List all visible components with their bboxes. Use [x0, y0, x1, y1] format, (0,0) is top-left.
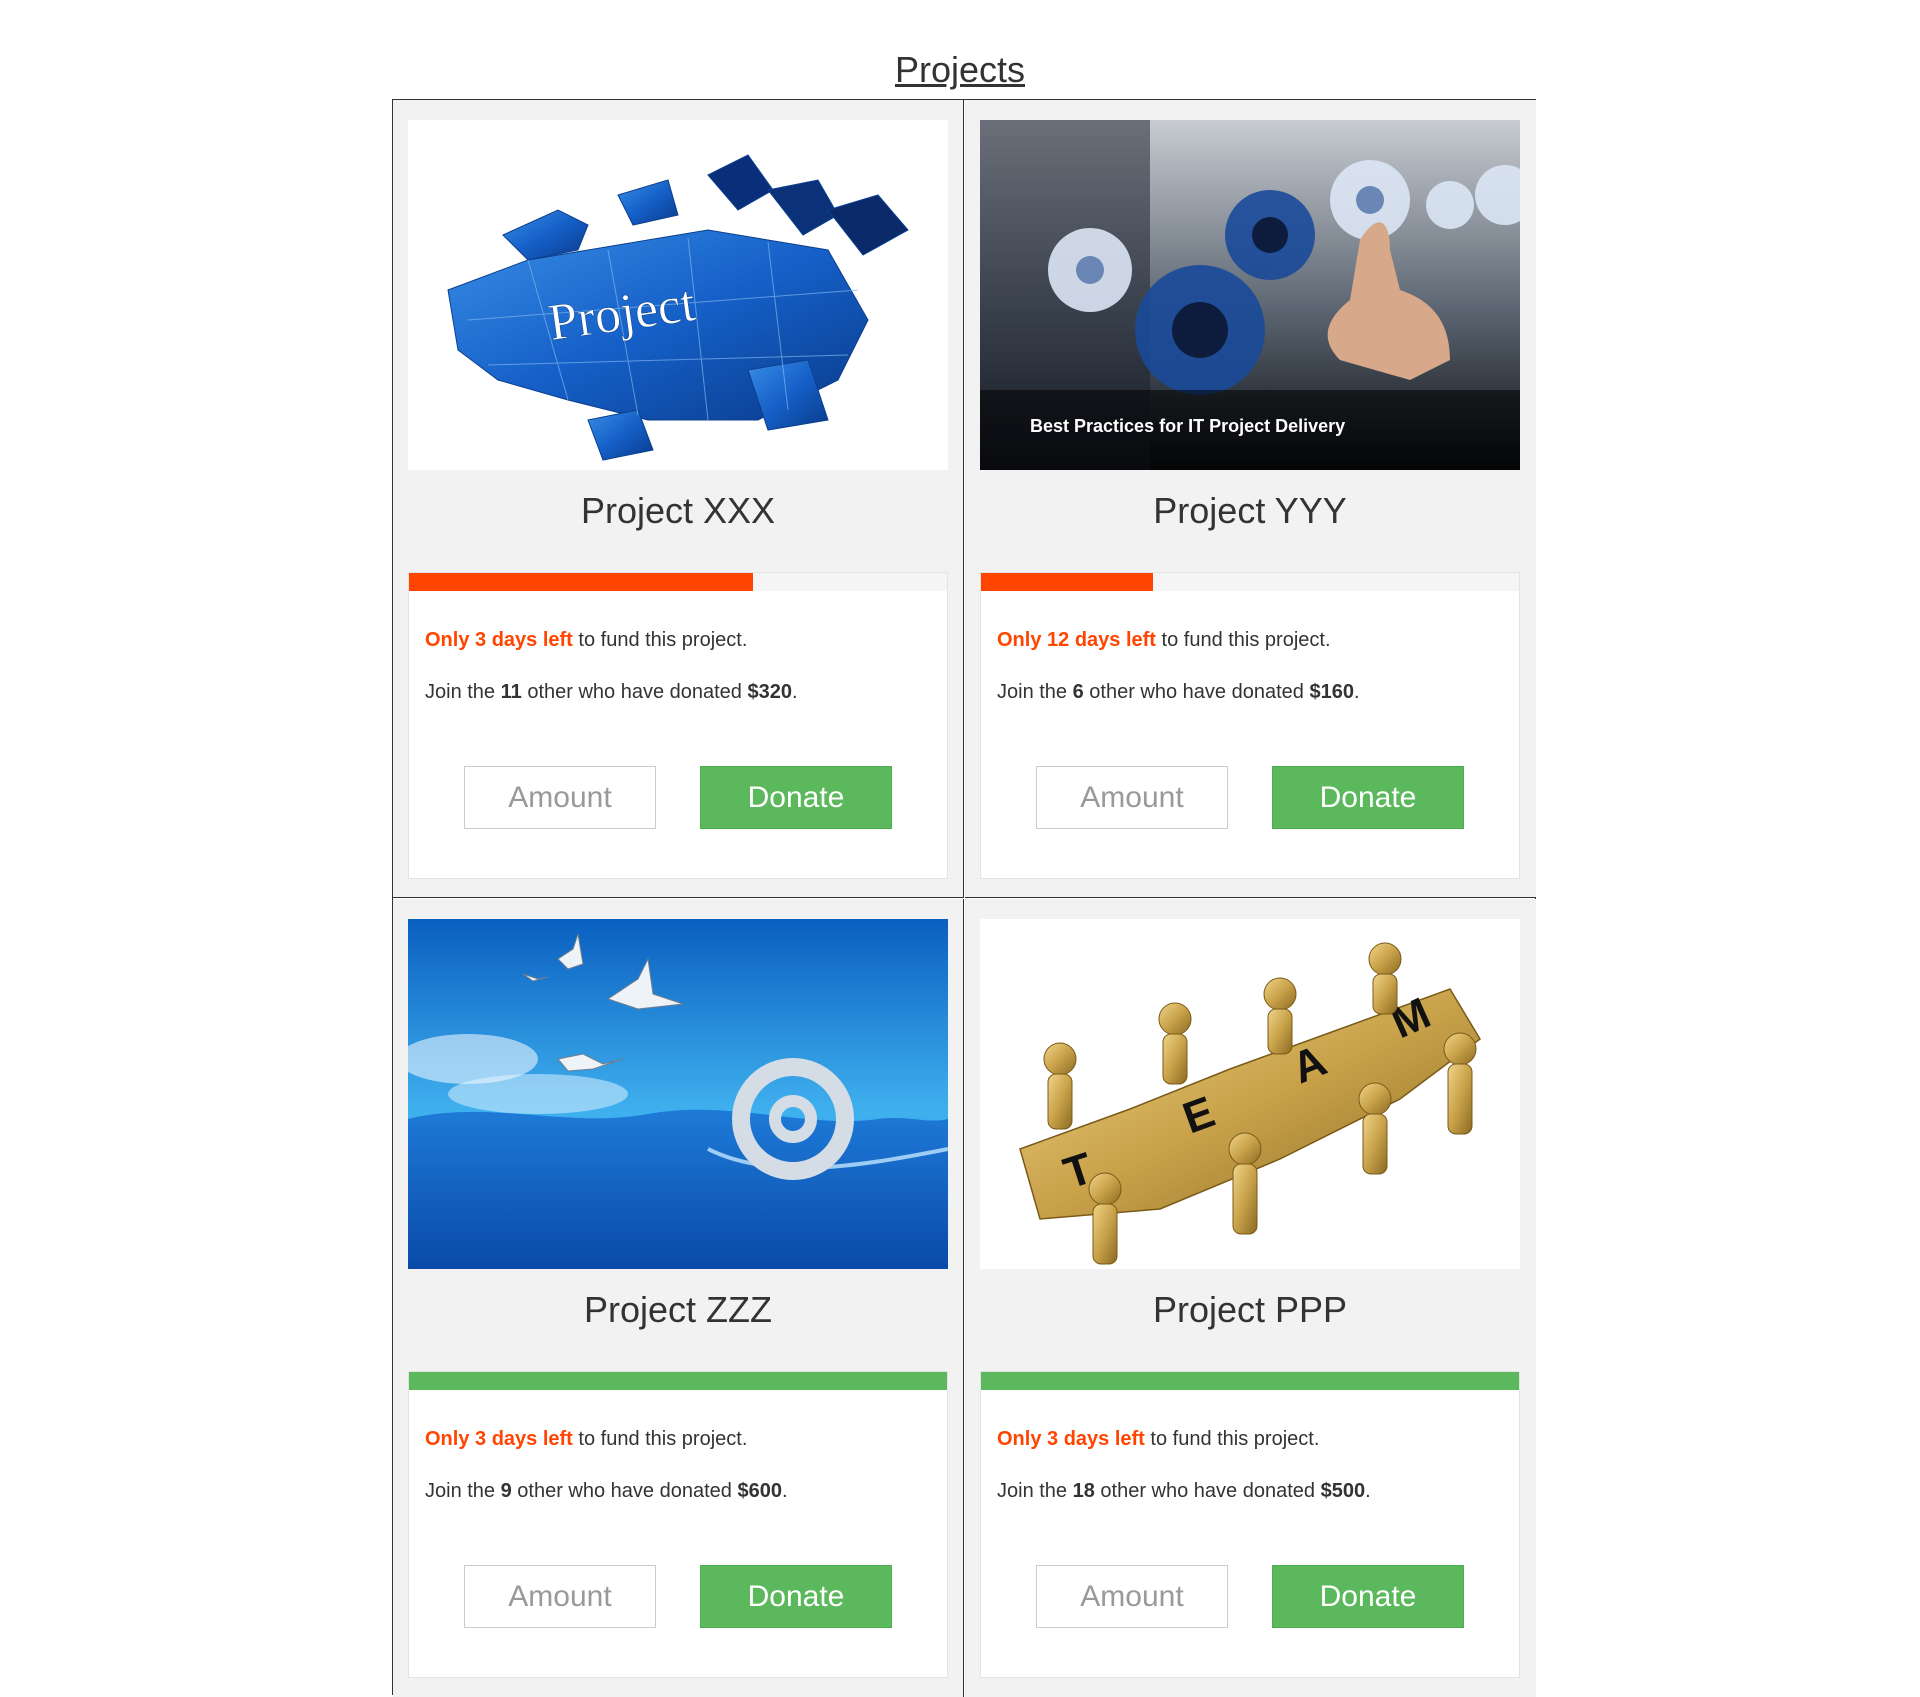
funding-progress-bar — [408, 572, 948, 592]
days-left-highlight: Only 3 days left — [425, 1428, 573, 1450]
card-body: Only 3 days left to fund this project. J… — [408, 1390, 948, 1678]
ocean-email-image — [408, 919, 948, 1269]
donated-amount: $160 — [1309, 681, 1354, 703]
days-left-highlight: Only 3 days left — [425, 629, 573, 651]
donors-prefix: Join the — [425, 1480, 501, 1502]
days-left-highlight: Only 3 days left — [997, 1428, 1145, 1450]
donors-suffix: . — [781, 1480, 788, 1502]
donor-count: 6 — [1072, 681, 1084, 703]
project-title: Project YYY — [1153, 490, 1347, 531]
project-title: Project XXX — [580, 490, 776, 531]
donors-text: Join the 11 other who have donated $320. — [425, 679, 798, 705]
days-left-suffix: to fund this project. — [572, 1428, 748, 1450]
donor-count: 9 — [500, 1480, 512, 1502]
donors-middle: other who have donated — [1083, 681, 1310, 703]
days-left-suffix: to fund this project. — [1155, 629, 1331, 651]
donor-count: 18 — [1072, 1480, 1095, 1502]
donor-count: 11 — [500, 681, 522, 703]
progress-fill — [409, 1372, 947, 1390]
donors-suffix: . — [1353, 681, 1360, 703]
amount-input[interactable] — [1036, 1565, 1228, 1628]
puzzle-project-image: Project — [408, 120, 948, 470]
days-left-suffix: to fund this project. — [1144, 1428, 1320, 1450]
team-puzzle-image: T E A M — [980, 919, 1520, 1269]
progress-fill — [981, 1372, 1519, 1390]
donated-amount: $500 — [1320, 1480, 1366, 1502]
project-card: Project ZZZ Only 3 days left to fund thi… — [393, 899, 964, 1697]
card-body: Only 3 days left to fund this project. J… — [980, 1390, 1520, 1678]
donors-text: Join the 6 other who have donated $160. — [997, 679, 1360, 705]
days-left-text: Only 3 days left to fund this project. — [425, 627, 747, 653]
donors-text: Join the 9 other who have donated $600. — [425, 1478, 788, 1504]
days-left-text: Only 12 days left to fund this project. — [997, 627, 1331, 653]
donated-amount: $600 — [737, 1480, 782, 1502]
donate-button[interactable]: Donate — [1272, 766, 1464, 829]
donated-amount: $320 — [747, 681, 793, 703]
card-body: Only 12 days left to fund this project. … — [980, 591, 1520, 879]
donate-button[interactable]: Donate — [1272, 1565, 1464, 1628]
donate-button[interactable]: Donate — [700, 1565, 892, 1628]
donors-middle: other who have donated — [521, 681, 748, 703]
gears-hand-image: Best Practices for IT Project Delivery — [980, 120, 1520, 470]
days-left-text: Only 3 days left to fund this project. — [997, 1426, 1319, 1452]
project-card: Project Project XXX Only 3 days left to … — [393, 100, 964, 898]
donors-middle: other who have donated — [511, 1480, 738, 1502]
amount-input[interactable] — [464, 766, 656, 829]
donors-middle: other who have donated — [1094, 1480, 1321, 1502]
funding-progress-bar — [408, 1371, 948, 1391]
amount-input[interactable] — [1036, 766, 1228, 829]
card-body: Only 3 days left to fund this project. J… — [408, 591, 948, 879]
progress-fill — [981, 573, 1154, 591]
donors-prefix: Join the — [997, 1480, 1073, 1502]
donors-prefix: Join the — [425, 681, 501, 703]
days-left-text: Only 3 days left to fund this project. — [425, 1426, 747, 1452]
project-title: Project ZZZ — [583, 1289, 772, 1330]
progress-fill — [409, 573, 754, 591]
days-left-suffix: to fund this project. — [572, 629, 748, 651]
donate-button[interactable]: Donate — [700, 766, 892, 829]
donors-prefix: Join the — [997, 681, 1073, 703]
project-card: Best Practices for IT Project Delivery P… — [965, 100, 1536, 898]
donors-suffix: . — [792, 681, 798, 703]
funding-progress-bar — [980, 1371, 1520, 1391]
amount-input[interactable] — [464, 1565, 656, 1628]
project-title: Project PPP — [1152, 1289, 1348, 1330]
projects-grid: Project Project XXX Only 3 days left to … — [392, 99, 1536, 1697]
donors-suffix: . — [1365, 1480, 1371, 1502]
donors-text: Join the 18 other who have donated $500. — [997, 1478, 1371, 1504]
funding-progress-bar — [980, 572, 1520, 592]
days-left-highlight: Only 12 days left — [997, 629, 1156, 651]
svg-text:Best Practices for IT Project: Best Practices for IT Project Delivery — [1030, 416, 1345, 436]
project-card: T E A M Project PPP Only 3 days left to … — [965, 899, 1536, 1697]
page-title: Projects — [894, 49, 1026, 90]
